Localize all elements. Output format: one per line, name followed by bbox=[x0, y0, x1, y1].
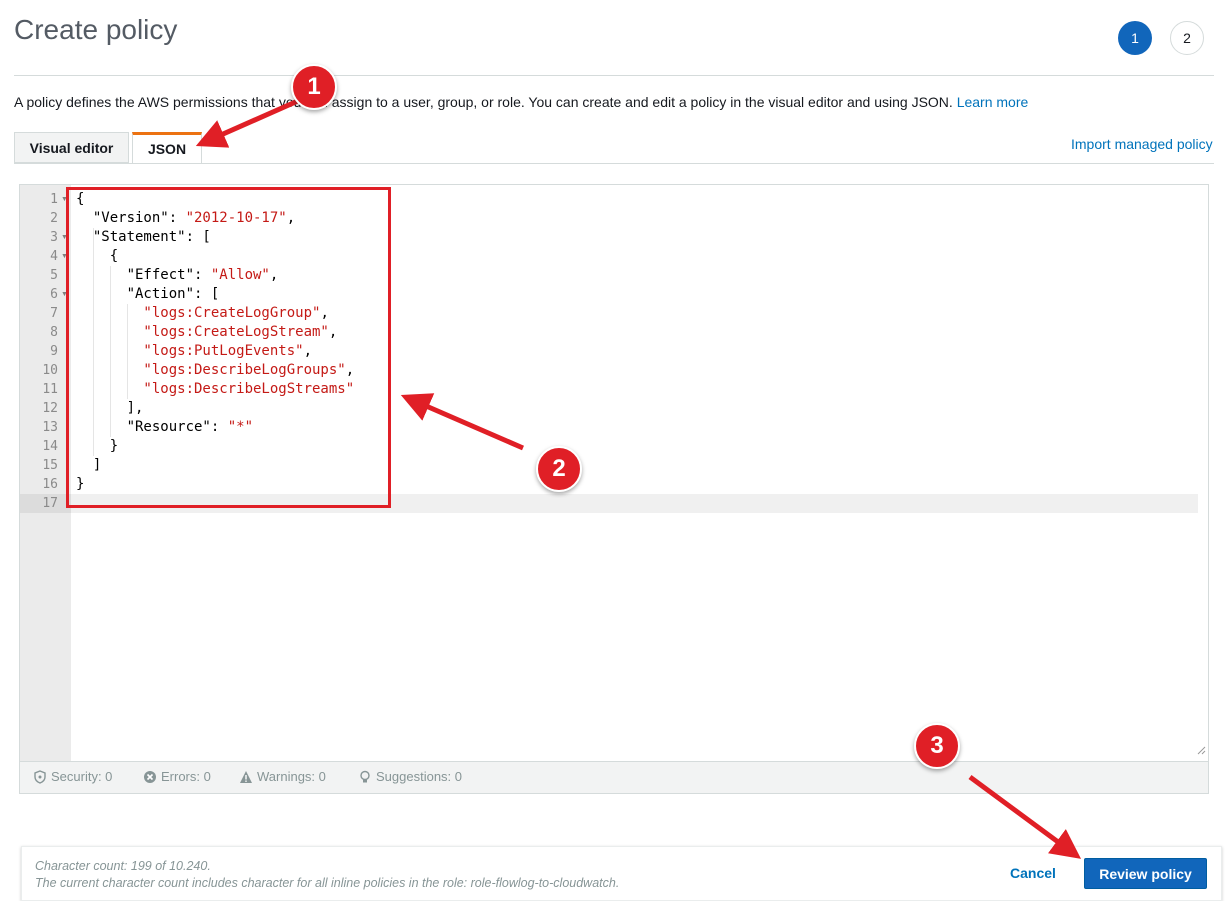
import-managed-policy-link[interactable]: Import managed policy bbox=[1071, 136, 1213, 152]
line-number: 6 bbox=[50, 287, 58, 302]
character-count: Character count: 199 of 10.240. bbox=[35, 859, 211, 873]
line-number: 17 bbox=[42, 496, 58, 511]
line-number: 13 bbox=[42, 420, 58, 435]
editor-status-bar: Security: 0 Errors: 0 Warnings: 0 Sugges… bbox=[20, 761, 1208, 793]
annotation-badge-2: 2 bbox=[536, 446, 582, 492]
tab-json[interactable]: JSON bbox=[132, 132, 202, 164]
learn-more-link[interactable]: Learn more bbox=[957, 94, 1029, 110]
description-text: A policy defines the AWS permissions tha… bbox=[14, 94, 953, 110]
cancel-button[interactable]: Cancel bbox=[1010, 865, 1056, 881]
policy-description: A policy defines the AWS permissions tha… bbox=[14, 94, 1028, 110]
line-number: 1 bbox=[50, 192, 58, 207]
line-number: 16 bbox=[42, 477, 58, 492]
step-1-indicator: 1 bbox=[1118, 21, 1152, 55]
line-number: 14 bbox=[42, 439, 58, 454]
header-divider bbox=[14, 75, 1214, 76]
annotation-highlight-box bbox=[66, 187, 391, 508]
line-number: 5 bbox=[50, 268, 58, 283]
line-number: 10 bbox=[42, 363, 58, 378]
line-number: 3 bbox=[50, 230, 58, 245]
tab-visual-editor[interactable]: Visual editor bbox=[14, 132, 129, 163]
suggestions-status[interactable]: Suggestions: 0 bbox=[358, 769, 462, 784]
line-number: 8 bbox=[50, 325, 58, 340]
page-title: Create policy bbox=[14, 14, 178, 45]
line-number: 11 bbox=[42, 382, 58, 397]
line-number: 4 bbox=[50, 249, 58, 264]
warnings-status[interactable]: Warnings: 0 bbox=[239, 769, 326, 784]
resize-handle-icon[interactable] bbox=[1196, 745, 1206, 755]
shield-icon bbox=[34, 769, 46, 784]
security-status[interactable]: Security: 0 bbox=[33, 769, 112, 784]
footer-bar: Character count: 199 of 10.240. The curr… bbox=[21, 846, 1222, 901]
line-number: 9 bbox=[50, 344, 58, 359]
errors-status[interactable]: Errors: 0 bbox=[143, 769, 211, 784]
character-count-note: The current character count includes cha… bbox=[35, 876, 620, 890]
line-number: 12 bbox=[42, 401, 58, 416]
review-policy-button[interactable]: Review policy bbox=[1084, 858, 1207, 889]
annotation-badge-3: 3 bbox=[914, 723, 960, 769]
error-icon bbox=[144, 770, 156, 783]
line-number: 2 bbox=[50, 211, 58, 226]
step-2-indicator: 2 bbox=[1170, 21, 1204, 55]
warning-icon bbox=[240, 770, 252, 783]
line-number: 15 bbox=[42, 458, 58, 473]
lightbulb-icon bbox=[360, 770, 370, 782]
line-number: 7 bbox=[50, 306, 58, 321]
annotation-badge-1: 1 bbox=[291, 64, 337, 110]
tabs-divider bbox=[14, 163, 1214, 164]
